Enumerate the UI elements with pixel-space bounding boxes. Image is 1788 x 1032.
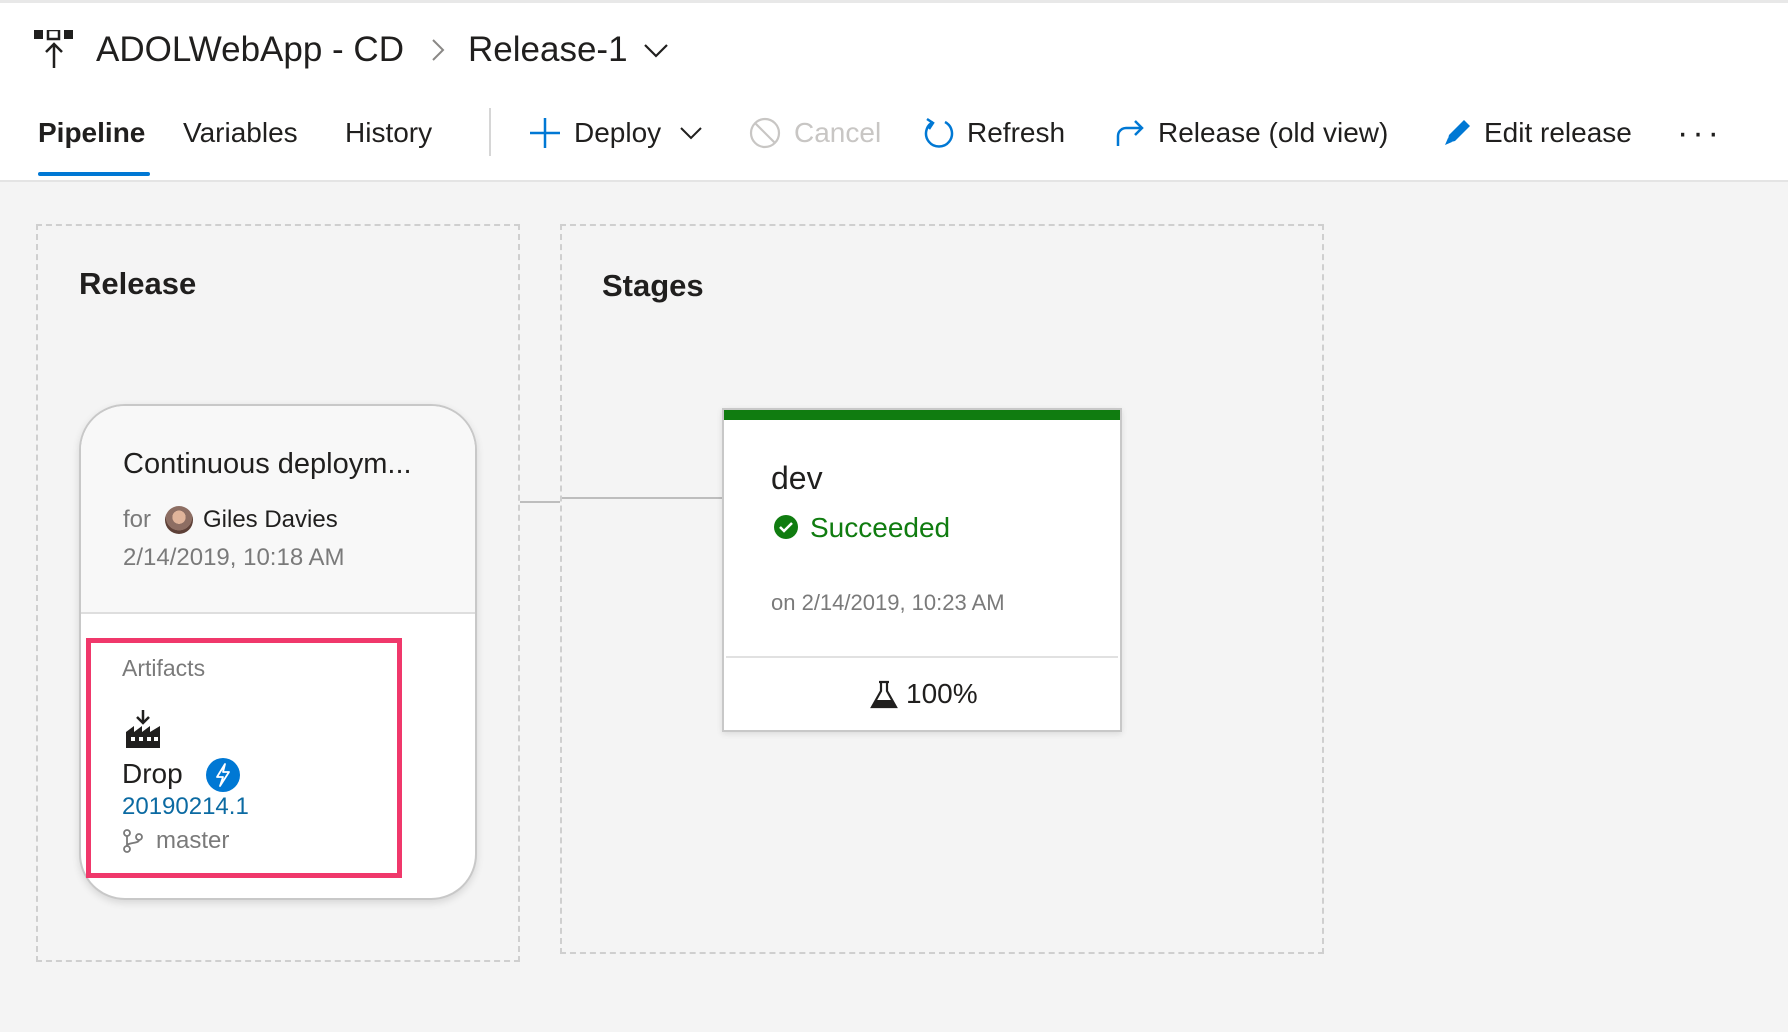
build-artifact-icon xyxy=(126,710,160,748)
stage-divider xyxy=(726,656,1118,658)
cancel-label: Cancel xyxy=(794,117,882,148)
page-header: ADOLWebApp - CD Release-1 Pipeline Varia… xyxy=(0,0,1788,182)
deploy-label: Deploy xyxy=(574,117,662,148)
plus-icon xyxy=(530,118,560,148)
stage-test-pass-rate: 100% xyxy=(906,678,978,709)
stage-card-dev[interactable]: dev Succeeded on 2/14/2019, 10:23 AM 100… xyxy=(722,408,1122,732)
pipeline-title[interactable]: ADOLWebApp - CD xyxy=(96,28,404,72)
more-actions-button[interactable]: ··· xyxy=(1677,116,1723,150)
release-title[interactable]: Release-1 xyxy=(468,28,628,72)
chevron-down-icon xyxy=(680,127,702,140)
tab-history[interactable]: History xyxy=(345,116,432,150)
tab-pipeline[interactable]: Pipeline xyxy=(38,116,145,150)
artifacts-label: Artifacts xyxy=(122,655,206,681)
refresh-button[interactable]: Refresh xyxy=(923,113,1065,153)
release-zone-title: Release xyxy=(79,266,197,301)
pipeline-icon xyxy=(34,30,73,68)
release-name[interactable]: Continuous deploym... xyxy=(123,448,412,481)
pencil-icon xyxy=(1445,120,1470,145)
lightning-icon xyxy=(206,758,240,792)
active-tab-indicator xyxy=(38,172,150,176)
flask-icon xyxy=(870,680,898,709)
release-card-header: Continuous deploym... for Giles Davies 2… xyxy=(81,406,475,614)
tab-variables[interactable]: Variables xyxy=(183,116,298,150)
chevron-right-icon xyxy=(432,39,445,61)
stage-name: dev xyxy=(771,460,823,496)
avatar xyxy=(165,506,193,534)
old-view-label: Release (old view) xyxy=(1158,117,1389,148)
cancel-button[interactable]: Cancel xyxy=(748,113,881,153)
deploy-button[interactable]: Deploy xyxy=(528,113,703,153)
stage-date: on 2/14/2019, 10:23 AM xyxy=(771,590,1005,615)
release-user: Giles Davies xyxy=(203,506,338,533)
stage-status: Succeeded xyxy=(810,512,951,543)
stages-zone-title: Stages xyxy=(602,268,704,303)
release-for-label: for xyxy=(123,506,152,533)
branch-icon xyxy=(123,829,143,853)
edit-release-label: Edit release xyxy=(1484,117,1632,148)
edit-release-button[interactable]: Edit release xyxy=(1442,113,1632,153)
old-view-button[interactable]: Release (old view) xyxy=(1114,113,1388,153)
check-circle-icon xyxy=(774,515,798,539)
cancel-icon xyxy=(749,117,781,149)
refresh-label: Refresh xyxy=(967,117,1066,148)
release-date: 2/14/2019, 10:18 AM xyxy=(123,544,345,571)
artifact-version-link[interactable]: 20190214.1 xyxy=(122,793,249,821)
artifact-name: Drop xyxy=(122,758,183,789)
chevron-down-icon[interactable] xyxy=(643,42,669,60)
artifact-branch: master xyxy=(156,827,230,854)
redo-arrow-icon xyxy=(1116,120,1144,146)
connector-line xyxy=(520,501,560,503)
top-border xyxy=(0,0,1788,3)
refresh-icon xyxy=(924,117,954,148)
toolbar-divider xyxy=(489,108,491,156)
stage-status-bar xyxy=(724,410,1120,420)
